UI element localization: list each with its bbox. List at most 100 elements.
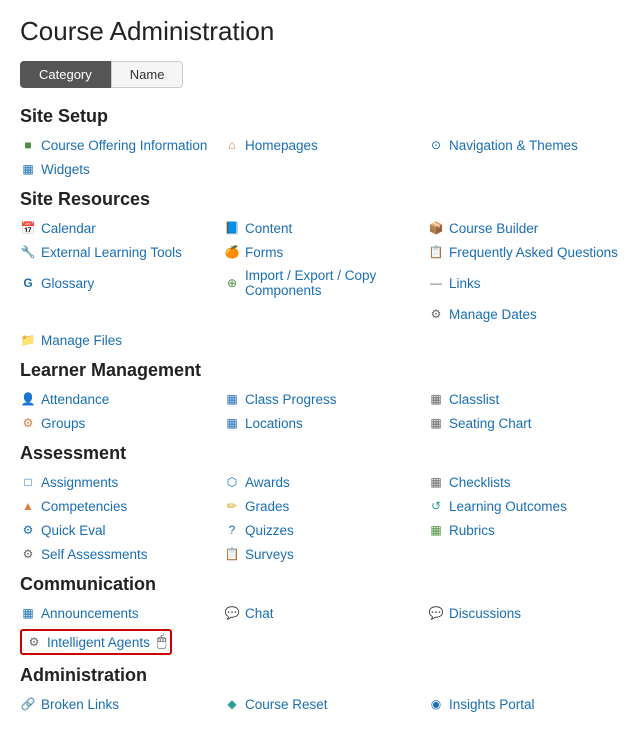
classlist-link[interactable]: Classlist (449, 392, 499, 407)
content-link[interactable]: Content (245, 221, 292, 236)
section-title-communication: Communication (20, 574, 624, 595)
assignments-link[interactable]: Assignments (41, 475, 118, 490)
widgets-link[interactable]: Widgets (41, 162, 90, 177)
announcements-link[interactable]: Announcements (41, 606, 139, 621)
grades-link[interactable]: Grades (245, 499, 289, 514)
self-assessments-link[interactable]: Self Assessments (41, 547, 148, 562)
section-title-administration: Administration (20, 665, 624, 686)
competencies-link[interactable]: Competencies (41, 499, 127, 514)
list-item: ▦ Locations (224, 413, 420, 433)
awards-icon: ⬡ (224, 474, 240, 490)
class-progress-link[interactable]: Class Progress (245, 392, 337, 407)
section-title-site-setup: Site Setup (20, 106, 624, 127)
quick-eval-link[interactable]: Quick Eval (41, 523, 106, 538)
section-title-assessment: Assessment (20, 443, 624, 464)
course-offering-icon: ■ (20, 137, 36, 153)
homepages-link[interactable]: Homepages (245, 138, 318, 153)
course-reset-icon: ◆ (224, 696, 240, 712)
forms-icon: 🍊 (224, 244, 240, 260)
locations-link[interactable]: Locations (245, 416, 303, 431)
forms-link[interactable]: Forms (245, 245, 283, 260)
cursor-indicator: 🖱 (157, 633, 167, 651)
manage-dates-icon: ⚙ (428, 306, 444, 322)
awards-link[interactable]: Awards (245, 475, 290, 490)
list-item: ▦ Widgets (20, 159, 216, 179)
list-item: 📋 Surveys (224, 544, 420, 564)
attendance-link[interactable]: Attendance (41, 392, 109, 407)
glossary-icon: G (20, 275, 36, 291)
broken-links-icon: 🔗 (20, 696, 36, 712)
list-item: 🔧 External Learning Tools (20, 242, 216, 262)
grades-icon: ✏ (224, 498, 240, 514)
list-item: ⊕ Import / Export / Copy Components (224, 266, 420, 300)
quick-eval-icon: ⚙ (20, 522, 36, 538)
links-link[interactable]: Links (449, 276, 481, 291)
manage-files-row: 📁 Manage Files (20, 330, 624, 350)
chat-icon: 💬 (224, 605, 240, 621)
list-item: 📋 Frequently Asked Questions (428, 242, 624, 262)
list-item: ▦ Classlist (428, 389, 624, 409)
tab-name[interactable]: Name (111, 61, 184, 88)
links-icon: — (428, 275, 444, 291)
list-item: 📘 Content (224, 218, 420, 238)
surveys-link[interactable]: Surveys (245, 547, 294, 562)
list-item: 💬 Discussions (428, 603, 624, 623)
tab-bar: Category Name (20, 61, 624, 88)
glossary-link[interactable]: Glossary (41, 276, 94, 291)
checklists-icon: ▦ (428, 474, 444, 490)
list-item: ↺ Learning Outcomes (428, 496, 624, 516)
list-item: 💬 Chat (224, 603, 420, 623)
course-builder-icon: 📦 (428, 220, 444, 236)
rubrics-link[interactable]: Rubrics (449, 523, 495, 538)
list-item: G Glossary (20, 266, 216, 300)
list-item: ⌂ Homepages (224, 135, 420, 155)
list-item: □ Assignments (20, 472, 216, 492)
insights-portal-icon: ◉ (428, 696, 444, 712)
list-item: 📅 Calendar (20, 218, 216, 238)
faq-icon: 📋 (428, 244, 444, 260)
manage-dates-link[interactable]: Manage Dates (449, 307, 537, 322)
competencies-icon: ▲ (20, 498, 36, 514)
administration-grid: 🔗 Broken Links ◆ Course Reset ◉ Insights… (20, 694, 624, 714)
external-learning-tools-link[interactable]: External Learning Tools (41, 245, 182, 260)
list-item: ▦ Announcements (20, 603, 216, 623)
external-learning-tools-icon: 🔧 (20, 244, 36, 260)
learning-outcomes-link[interactable]: Learning Outcomes (449, 499, 567, 514)
discussions-link[interactable]: Discussions (449, 606, 521, 621)
list-item: ⬡ Awards (224, 472, 420, 492)
list-item: 👤 Attendance (20, 389, 216, 409)
chat-link[interactable]: Chat (245, 606, 274, 621)
import-export-link[interactable]: Import / Export / Copy Components (245, 268, 420, 298)
content-icon: 📘 (224, 220, 240, 236)
surveys-icon: 📋 (224, 546, 240, 562)
list-item: ✏ Grades (224, 496, 420, 516)
checklists-link[interactable]: Checklists (449, 475, 511, 490)
course-reset-link[interactable]: Course Reset (245, 697, 328, 712)
course-offering-information-link[interactable]: Course Offering Information (41, 138, 207, 153)
manage-files-icon: 📁 (20, 332, 36, 348)
navigation-themes-icon: ⊙ (428, 137, 444, 153)
groups-link[interactable]: Groups (41, 416, 85, 431)
course-builder-link[interactable]: Course Builder (449, 221, 538, 236)
class-progress-icon: ▦ (224, 391, 240, 407)
list-item: ◉ Insights Portal (428, 694, 624, 714)
intelligent-agents-item[interactable]: ⚙ Intelligent Agents 🖱 (20, 629, 172, 655)
calendar-link[interactable]: Calendar (41, 221, 96, 236)
insights-portal-link[interactable]: Insights Portal (449, 697, 535, 712)
seating-chart-link[interactable]: Seating Chart (449, 416, 532, 431)
intelligent-agents-link[interactable]: Intelligent Agents (47, 635, 150, 650)
faq-link[interactable]: Frequently Asked Questions (449, 245, 618, 260)
list-item: — Links (428, 266, 624, 300)
rubrics-icon: ▦ (428, 522, 444, 538)
navigation-themes-link[interactable]: Navigation & Themes (449, 138, 578, 153)
list-item: ▦ Rubrics (428, 520, 624, 540)
quizzes-link[interactable]: Quizzes (245, 523, 294, 538)
locations-icon: ▦ (224, 415, 240, 431)
tab-category[interactable]: Category (20, 61, 111, 88)
manage-files-link[interactable]: Manage Files (41, 333, 122, 348)
assessment-grid: □ Assignments ⬡ Awards ▦ Checklists ▲ Co… (20, 472, 624, 564)
list-item: ▦ Checklists (428, 472, 624, 492)
broken-links-link[interactable]: Broken Links (41, 697, 119, 712)
list-item: 🔗 Broken Links (20, 694, 216, 714)
site-resources-grid: 📅 Calendar 📘 Content 📦 Course Builder 🔧 … (20, 218, 624, 324)
